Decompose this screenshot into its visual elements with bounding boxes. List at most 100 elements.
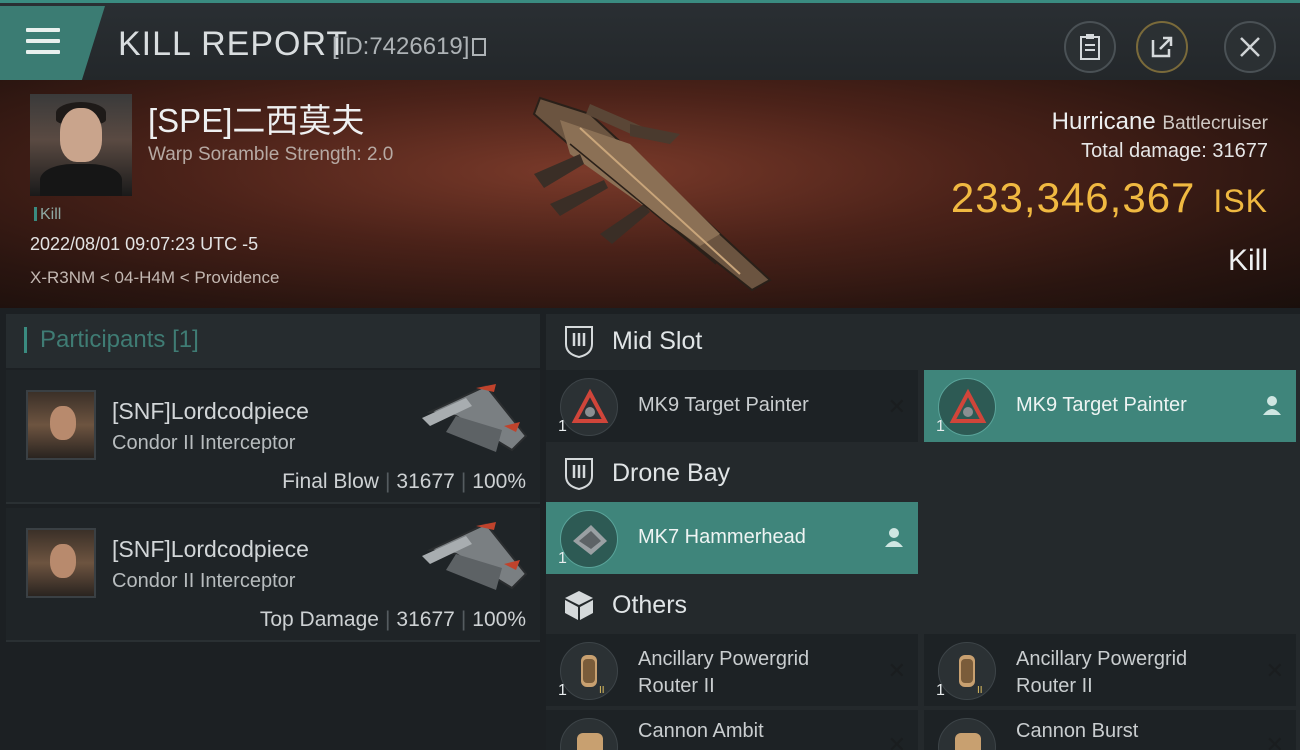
participant-ship-image — [422, 522, 528, 590]
kill-result: Kill — [1227, 244, 1268, 277]
participants-label: Participants — [40, 326, 166, 353]
participant-avatar — [26, 390, 96, 460]
participant-role: Final Blow — [282, 470, 379, 493]
item-quantity: 1 — [558, 682, 567, 699]
item-name: Cannon Ambit — [638, 720, 764, 742]
participants-count: [1] — [172, 326, 199, 353]
participant-stats: Final Blow | 31677 | 100% — [282, 470, 526, 493]
section-mid-slot: Mid Slot — [546, 314, 1300, 370]
kill-location[interactable]: X-R3NM < 04-H4M < Providence — [30, 268, 279, 288]
section-title: Drone Bay — [612, 459, 731, 487]
victim-ship-image — [532, 96, 772, 292]
total-damage: Total damage: 31677 — [1081, 140, 1268, 163]
item-name: MK9 Target Painter — [1016, 394, 1187, 416]
section-others: Others — [546, 578, 1300, 634]
participant-percent: 100% — [472, 608, 526, 631]
item-quantity: 1 — [558, 418, 567, 435]
section-drone-bay: Drone Bay — [546, 446, 1300, 502]
share-button[interactable] — [1136, 21, 1188, 73]
participant-stats: Top Damage | 31677 | 100% — [259, 608, 526, 631]
fitting-item[interactable]: II 1 Ancillary Powergrid Router II ✕ — [546, 634, 918, 706]
participants-title: Participants [1] — [40, 326, 199, 354]
section-title: Mid Slot — [612, 327, 703, 355]
item-quantity: 1 — [936, 418, 945, 435]
victim-portrait[interactable] — [30, 94, 132, 196]
destroyed-icon: ✕ — [887, 658, 906, 683]
fitting-item[interactable]: 1 MK9 Target Painter — [924, 370, 1296, 442]
participant-damage: 31677 — [396, 470, 455, 493]
total-damage-label: Total damage: — [1081, 140, 1207, 162]
victim-name[interactable]: [SPE]二西莫夫 — [148, 94, 364, 142]
participants-header[interactable]: Participants [1] — [6, 314, 540, 368]
participant-role: Top Damage — [259, 608, 379, 631]
participant-avatar — [26, 528, 96, 598]
participant-damage: 31677 — [396, 608, 455, 631]
cube-icon — [565, 591, 593, 620]
item-name: Ancillary Powergrid Router II — [1016, 646, 1187, 700]
item-name: MK7 Hammerhead — [638, 526, 806, 548]
kill-datetime: 2022/08/01 09:07:23 UTC -5 — [30, 234, 259, 254]
participant-name: [SNF]Lordcodpiece — [112, 536, 309, 562]
item-name: Cannon Burst — [1016, 720, 1139, 742]
item-name-line2: Router II — [1016, 675, 1093, 697]
destroyed-icon: ✕ — [1265, 732, 1284, 750]
menu-button[interactable] — [0, 6, 105, 80]
copy-icon[interactable] — [472, 38, 487, 56]
item-quantity: 1 — [936, 682, 945, 699]
report-id: [ID:7426619] — [332, 33, 487, 61]
mid-slot-icon — [565, 326, 593, 358]
cannon-rig-icon — [560, 718, 618, 750]
svg-text:II: II — [599, 685, 605, 696]
fitting-item[interactable]: Cannon Ambit ✕ — [546, 710, 918, 750]
item-name-line1: Ancillary Powergrid — [638, 648, 810, 670]
participant-card[interactable]: [SNF]Lordcodpiece Condor II Interceptor … — [6, 508, 540, 642]
item-quantity: 1 — [558, 550, 567, 567]
destroyed-icon: ✕ — [887, 394, 906, 419]
target-painter-icon — [560, 378, 618, 436]
fitting-item[interactable]: II 1 Ancillary Powergrid Router II ✕ — [924, 634, 1296, 706]
destroyed-icon: ✕ — [887, 732, 906, 750]
drone-bay-icon — [565, 458, 593, 490]
participant-percent: 100% — [472, 470, 526, 493]
hammerhead-drone-icon — [560, 510, 618, 568]
section-title: Others — [612, 591, 688, 619]
participant-name: [SNF]Lordcodpiece — [112, 398, 309, 424]
participant-ship: Condor II Interceptor — [112, 432, 296, 454]
item-name: Ancillary Powergrid Router II — [638, 646, 809, 700]
clipboard-button[interactable] — [1064, 21, 1116, 73]
item-name-line1: Ancillary Powergrid — [1016, 648, 1188, 670]
isk-unit: ISK — [1213, 183, 1268, 219]
close-icon — [1240, 37, 1260, 57]
warp-scramble-strength: Warp Soramble Strength: 2.0 — [148, 144, 394, 165]
powergrid-router-icon: II — [560, 642, 618, 700]
victim-banner: [SPE]二西莫夫 Warp Soramble Strength: 2.0 Ki… — [0, 80, 1300, 308]
page-title: KILL REPORT — [118, 25, 349, 63]
fitting-item[interactable]: 1 MK9 Target Painter ✕ — [546, 370, 918, 442]
share-icon — [1151, 36, 1173, 58]
kill-tag: Kill — [34, 206, 61, 224]
fitting-item[interactable]: 1 MK7 Hammerhead — [546, 502, 918, 574]
participant-ship: Condor II Interceptor — [112, 570, 296, 592]
dropped-user-icon — [885, 528, 903, 547]
victim-ship-name: Hurricane — [1051, 108, 1156, 135]
participant-card[interactable]: [SNF]Lordcodpiece Condor II Interceptor … — [6, 370, 540, 504]
participant-ship-image — [422, 384, 528, 452]
cannon-rig-icon — [938, 718, 996, 750]
destroyed-icon: ✕ — [1265, 658, 1284, 683]
powergrid-router-icon: II — [938, 642, 996, 700]
svg-text:II: II — [977, 685, 983, 696]
item-name-line2: Router II — [638, 675, 715, 697]
menu-icon — [26, 28, 60, 56]
participants-accent — [24, 327, 27, 353]
close-button[interactable] — [1224, 21, 1276, 73]
total-damage-value: 31677 — [1212, 140, 1268, 162]
top-bar: KILL REPORT [ID:7426619] — [0, 0, 1300, 80]
isk-amount: 233,346,367 — [950, 174, 1196, 221]
victim-ship-class: Battlecruiser — [1162, 113, 1268, 134]
victim-ship[interactable]: Hurricane Battlecruiser — [1052, 108, 1268, 136]
report-id-text: [ID:7426619] — [332, 33, 470, 60]
target-painter-icon — [938, 378, 996, 436]
fitting-item[interactable]: Cannon Burst ✕ — [924, 710, 1296, 750]
clipboard-icon — [1080, 34, 1100, 60]
dropped-user-icon — [1263, 396, 1281, 415]
